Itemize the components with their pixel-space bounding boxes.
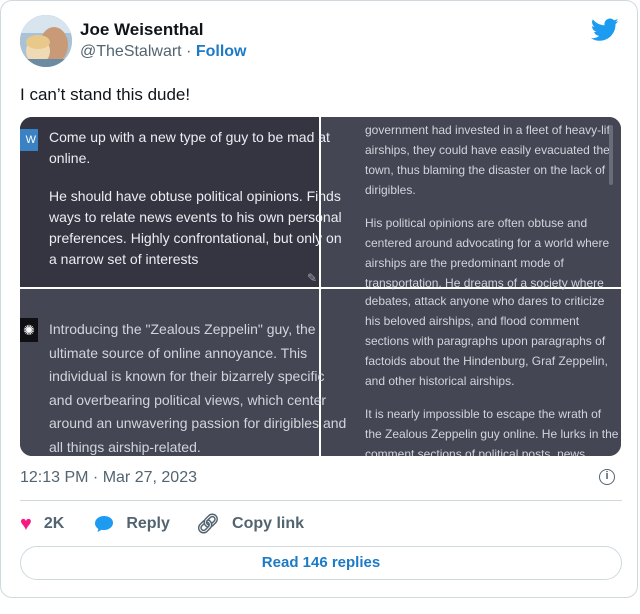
author-handle[interactable]: @TheStalwart (80, 43, 182, 60)
info-icon[interactable]: i (599, 469, 615, 485)
right-bottom-line: debates, attack anyone who dares to crit… (365, 294, 605, 308)
follow-button[interactable]: Follow (196, 43, 247, 60)
copy-link-button[interactable]: 🔗︎ Copy link (196, 512, 304, 536)
right-top-text: government had invested in a fleet of he… (365, 120, 613, 293)
prompt-line: He should have obtuse political opinions… (49, 188, 341, 204)
answer-line: all things airship-related. (49, 438, 201, 455)
answer-line: individual is known for their bizarrely … (49, 368, 325, 384)
edit-icon: ✎ (307, 271, 318, 285)
right-bottom-line: and other historical airships. (365, 374, 515, 388)
reply-bubble-icon (95, 516, 114, 532)
right-bottom-line: factoids about the Hindenburg, Graf Zepp… (365, 354, 608, 368)
tweet-media[interactable]: W Come up with a new type of guy to be m… (20, 117, 621, 456)
copy-link-label: Copy link (232, 515, 305, 532)
divider (20, 500, 622, 501)
like-count: 2K (43, 515, 65, 532)
prompt-line: Come up with a new type of guy to be mad… (49, 129, 330, 145)
reply-label: Reply (126, 515, 170, 532)
reply-button[interactable]: Reply (94, 515, 170, 533)
prompt-line: a narrow set of interests (49, 251, 199, 267)
right-top-line: airships are the predominant mode of (365, 256, 564, 270)
tweet-card: Joe Weisenthal @TheStalwart · Follow I c… (0, 0, 638, 598)
tweet-text: I can’t stand this dude! (20, 85, 191, 104)
read-replies-button[interactable]: Read 146 replies (20, 546, 622, 580)
prompt-line: preferences. Highly confrontational, but… (49, 230, 342, 246)
right-top-line: His political opinions are often obtuse … (365, 216, 588, 230)
right-top-line: government had invested in a fleet of he… (365, 123, 614, 137)
prompt-line: ways to relate news events to his own pe… (49, 209, 342, 225)
prompt-text: Come up with a new type of guy to be mad… (49, 127, 342, 270)
right-top-line: centered around advocating for a world w… (365, 236, 610, 250)
right-bottom-line: comment sections of political posts, new… (365, 447, 586, 456)
user-avatar-icon: W (20, 129, 38, 151)
right-bottom-line: his beloved airships, and flood comment (365, 314, 580, 328)
answer-line: around an unwavering passion for dirigib… (49, 415, 347, 431)
like-button[interactable]: ♥ 2K (20, 513, 64, 536)
right-top-line: town, thus blaming the disaster on the l… (365, 163, 606, 177)
right-top-line: transportation. He dreams of a society w… (365, 276, 604, 290)
avatar[interactable] (20, 15, 72, 67)
answer-text: Introducing the "Zealous Zeppelin" guy, … (49, 318, 346, 456)
link-icon: 🔗︎ (195, 514, 221, 535)
right-bottom-line: the Zealous Zeppelin guy online. He lurk… (365, 427, 619, 441)
author-name[interactable]: Joe Weisenthal (80, 20, 203, 40)
prompt-line: online. (49, 150, 91, 166)
right-bottom-line: It is nearly impossible to escape the wr… (365, 407, 602, 421)
heart-icon: ♥ (20, 512, 32, 535)
action-bar: ♥ 2K Reply 🔗︎ Copy link (20, 511, 304, 537)
chatgpt-logo-icon: ✺ (20, 318, 38, 342)
right-top-line: airships, they could have easily evacuat… (365, 143, 610, 157)
author-handle-row: @TheStalwart · Follow (80, 43, 247, 61)
right-bottom-text: debates, attack anyone who dares to crit… (365, 291, 618, 456)
right-bottom-line: sections with paragraphs upon paragraphs… (365, 334, 606, 348)
answer-line: Introducing the "Zealous Zeppelin" guy, … (49, 321, 316, 337)
scrollbar[interactable] (609, 125, 613, 185)
answer-line: and overbearing political views, which c… (49, 391, 327, 408)
separator-dot: · (186, 43, 192, 60)
tweet-timestamp[interactable]: 12:13 PM · Mar 27, 2023 (20, 469, 197, 487)
answer-line: ultimate source of online annoyance. Thi… (49, 344, 308, 361)
twitter-bird-icon[interactable] (591, 18, 619, 42)
right-top-line: dirigibles. (365, 183, 416, 197)
